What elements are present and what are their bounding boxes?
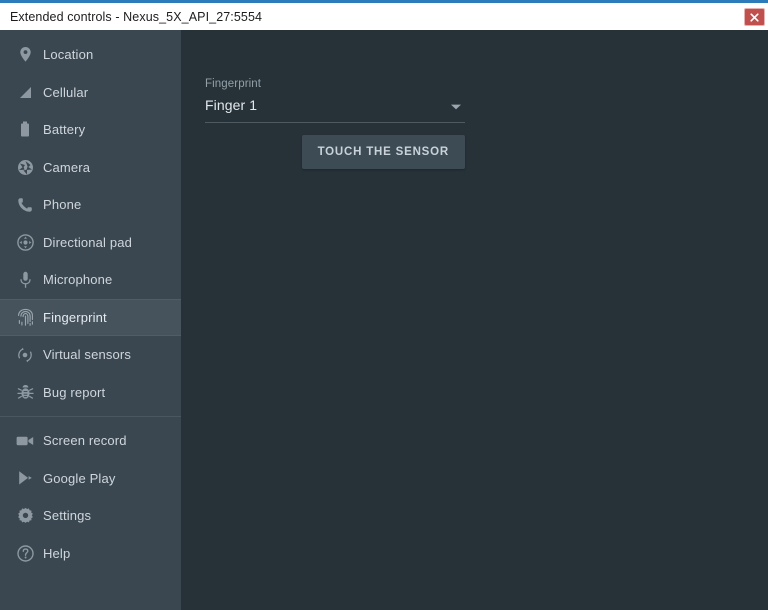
help-question-icon xyxy=(14,542,36,564)
cellular-signal-icon xyxy=(14,81,36,103)
window-titlebar: Extended controls - Nexus_5X_API_27:5554 xyxy=(0,0,768,30)
sidebar-item-screen-record[interactable]: Screen record xyxy=(0,422,181,460)
sidebar-item-label: Screen record xyxy=(43,433,127,449)
finger-select-dropdown[interactable]: Finger 1 xyxy=(205,97,465,123)
close-window-button[interactable] xyxy=(744,8,765,26)
sidebar-item-bug-report[interactable]: Bug report xyxy=(0,374,181,412)
gear-icon xyxy=(14,505,36,527)
google-play-icon xyxy=(14,467,36,489)
sidebar-item-label: Bug report xyxy=(43,384,106,400)
sidebar-item-help[interactable]: Help xyxy=(0,535,181,573)
sidebar-item-label: Google Play xyxy=(43,470,116,486)
sidebar-item-battery[interactable]: Battery xyxy=(0,111,181,149)
sidebar-item-label: Settings xyxy=(43,508,92,524)
sidebar-item-virtual-sensors[interactable]: Virtual sensors xyxy=(0,336,181,374)
sidebar-nav: Location Cellular Battery Camera Phone D… xyxy=(0,30,181,610)
phone-handset-icon xyxy=(14,194,36,216)
sidebar-item-cellular[interactable]: Cellular xyxy=(0,74,181,112)
extended-controls-window: Extended controls - Nexus_5X_API_27:5554… xyxy=(0,0,768,610)
sidebar-item-label: Directional pad xyxy=(43,234,132,250)
fingerprint-panel: Fingerprint Finger 1 TOUCH THE SENSOR xyxy=(181,30,768,610)
sidebar-item-label: Fingerprint xyxy=(43,309,107,325)
sidebar-item-camera[interactable]: Camera xyxy=(0,149,181,187)
fingerprint-icon xyxy=(14,306,36,328)
sidebar-item-settings[interactable]: Settings xyxy=(0,497,181,535)
sidebar-item-label: Cellular xyxy=(43,84,89,100)
fingerprint-field-label: Fingerprint xyxy=(205,78,262,90)
close-icon xyxy=(750,12,759,22)
window-title: Extended controls - Nexus_5X_API_27:5554 xyxy=(10,9,263,24)
finger-select-value: Finger 1 xyxy=(205,97,258,113)
sidebar-item-label: Location xyxy=(43,47,94,63)
sidebar-item-label: Phone xyxy=(43,197,82,213)
sidebar-item-label: Virtual sensors xyxy=(43,347,131,363)
sidebar-item-google-play[interactable]: Google Play xyxy=(0,460,181,498)
sidebar-divider xyxy=(0,416,181,417)
location-pin-icon xyxy=(14,44,36,66)
sidebar-item-location[interactable]: Location xyxy=(0,36,181,74)
touch-the-sensor-button[interactable]: TOUCH THE SENSOR xyxy=(301,135,465,169)
sidebar-item-fingerprint[interactable]: Fingerprint xyxy=(0,298,181,336)
sidebar-item-label: Camera xyxy=(43,159,91,175)
microphone-icon xyxy=(14,269,36,291)
sidebar-item-label: Battery xyxy=(43,122,86,138)
directional-pad-icon xyxy=(14,231,36,253)
virtual-sensors-icon xyxy=(14,344,36,366)
video-camera-icon xyxy=(14,430,36,452)
bug-report-icon xyxy=(14,381,36,403)
sidebar-item-label: Microphone xyxy=(43,272,113,288)
battery-icon xyxy=(14,119,36,141)
chevron-down-icon[interactable] xyxy=(450,103,462,111)
camera-aperture-icon xyxy=(14,156,36,178)
touch-sensor-button-row: TOUCH THE SENSOR xyxy=(205,135,465,169)
sidebar-item-microphone[interactable]: Microphone xyxy=(0,261,181,299)
window-body: Location Cellular Battery Camera Phone D… xyxy=(0,30,768,610)
sidebar-item-label: Help xyxy=(43,545,71,561)
sidebar-item-directional-pad[interactable]: Directional pad xyxy=(0,224,181,262)
sidebar-item-phone[interactable]: Phone xyxy=(0,186,181,224)
